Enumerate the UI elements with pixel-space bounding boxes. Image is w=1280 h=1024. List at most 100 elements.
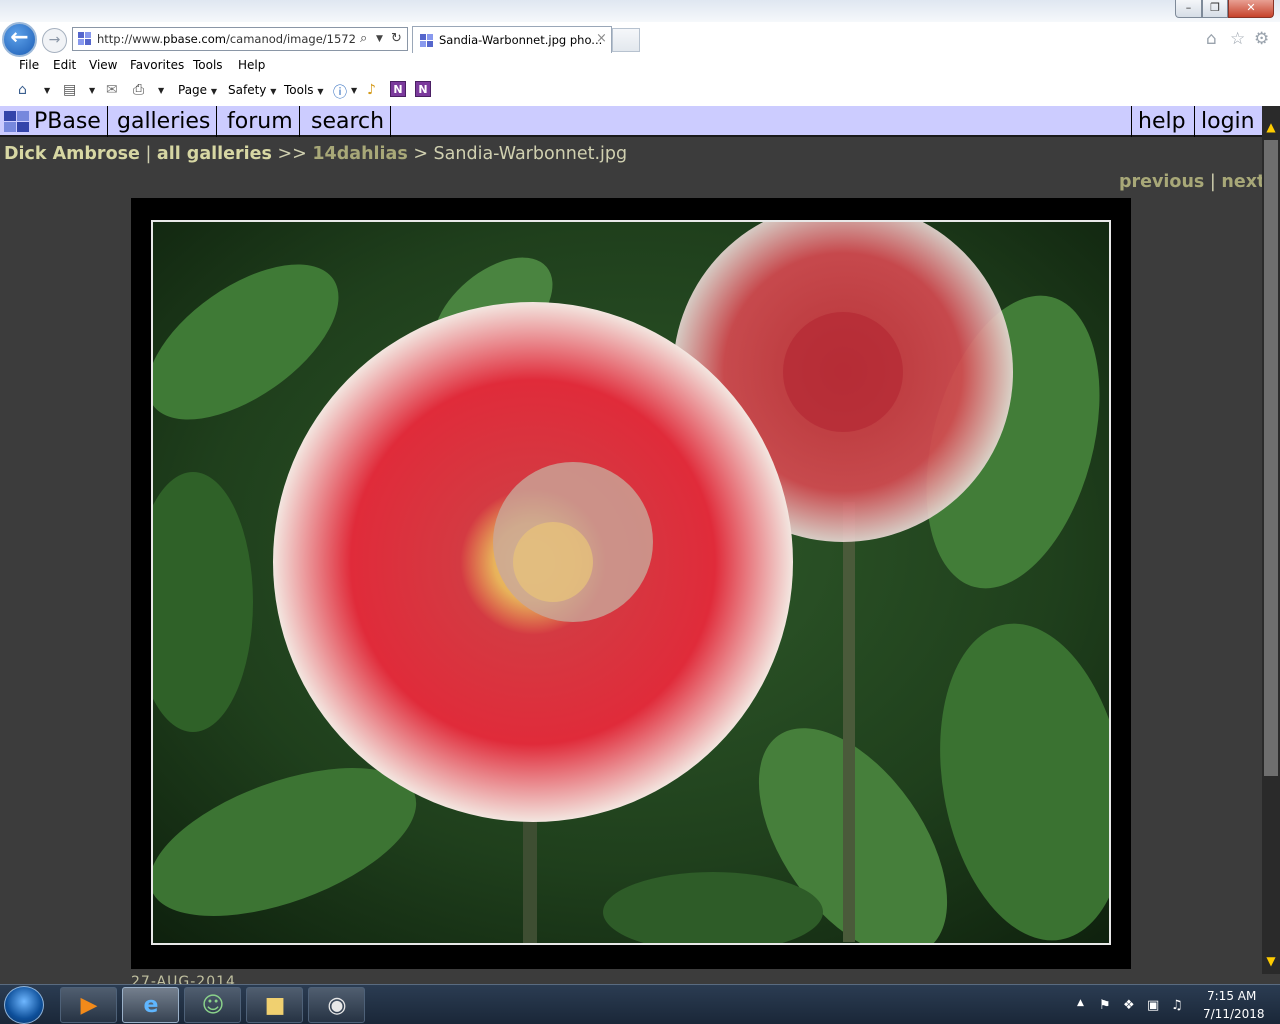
menu-help[interactable]: Help <box>238 58 265 72</box>
nav-search[interactable]: search <box>305 106 392 137</box>
internet-explorer-icon: e <box>143 993 159 1018</box>
page-menu[interactable]: Page ▼ <box>178 83 217 97</box>
media-player-icon: ▶ <box>80 993 98 1018</box>
maximize-button[interactable]: ❐ <box>1202 0 1228 18</box>
nav-help[interactable]: help <box>1131 106 1192 137</box>
dropbox-icon[interactable]: ❖ <box>1123 998 1135 1013</box>
breadcrumb-separator: >> <box>271 144 313 164</box>
menu-bar: File Edit View Favorites Tools Help <box>0 55 1280 77</box>
photo-frame <box>131 198 1131 969</box>
safety-menu[interactable]: Safety ▼ <box>228 83 276 97</box>
dahlia-photo[interactable] <box>151 220 1111 945</box>
next-link[interactable]: next <box>1221 172 1265 192</box>
nav-forum[interactable]: forum <box>221 106 300 137</box>
clock-date[interactable]: 7/11/2018 <box>1203 1007 1265 1021</box>
breadcrumb-image-name: Sandia-Warbonnet.jpg <box>433 144 628 164</box>
pbase-favicon-icon <box>78 32 91 45</box>
address-bar[interactable]: http://www.pbase.com/camanod/image/15720… <box>72 27 408 51</box>
previous-link[interactable]: previous <box>1119 172 1204 192</box>
gear-icon[interactable]: ⚙ <box>1254 29 1269 49</box>
taskbar-network-users[interactable]: ☺ <box>184 987 241 1023</box>
refresh-icon[interactable]: ↻ <box>391 31 402 46</box>
volume-muted-icon[interactable]: ♫ <box>1171 998 1183 1013</box>
chevron-down-icon[interactable]: ▼ <box>89 86 95 95</box>
search-icon[interactable]: ⌕ <box>360 31 367 46</box>
breadcrumb-owner[interactable]: Dick Ambrose <box>4 144 140 164</box>
browser-chrome: – ❐ ✕ ← → http://www.pbase.com/camanod/i… <box>0 0 1280 106</box>
url-domain: pbase.com <box>163 32 226 46</box>
eye-icon: ◉ <box>327 993 347 1018</box>
pager-separator: | <box>1204 172 1222 192</box>
taskbar: ▶ e ☺ ■ ◉ ▲ ⚑ ❖ ▣ ♫ 7:15 AM 7/11/2018 <box>0 984 1280 1024</box>
chevron-down-icon[interactable]: ▼ <box>44 86 50 95</box>
chevron-down-icon: ▼ <box>270 87 277 96</box>
network-icon[interactable]: ▣ <box>1147 998 1159 1013</box>
users-icon: ☺ <box>201 993 225 1018</box>
print-icon[interactable]: ⎙ <box>133 82 144 98</box>
chevron-down-icon: ▼ <box>317 87 324 96</box>
menu-file[interactable]: File <box>19 58 39 72</box>
onenote-linked-icon[interactable]: N <box>415 81 431 97</box>
folder-icon: ■ <box>264 993 286 1018</box>
page-menu-label: Page <box>178 83 208 97</box>
menu-tools[interactable]: Tools <box>193 58 223 72</box>
tools-menu[interactable]: Tools ▼ <box>284 83 324 97</box>
url-path: /camanod/image/157208 <box>225 32 355 46</box>
nav-login[interactable]: login <box>1194 106 1261 137</box>
flag-icon[interactable]: ⚑ <box>1099 998 1111 1013</box>
window-title-bar <box>0 0 1280 22</box>
address-dropdown-icon[interactable]: ▼ <box>376 34 383 44</box>
breadcrumb-separator: > <box>407 144 434 164</box>
url-prefix: http://www. <box>97 32 164 46</box>
safety-menu-label: Safety <box>228 83 267 97</box>
address-url[interactable]: http://www.pbase.com/camanod/image/15720… <box>97 32 355 46</box>
breadcrumb: Dick Ambrose | all galleries >> 14dahlia… <box>4 144 627 164</box>
menu-view[interactable]: View <box>89 58 117 72</box>
onenote-icon[interactable]: N <box>390 81 406 97</box>
pager: previous | next <box>1119 172 1265 192</box>
scroll-up-icon[interactable]: ▲ <box>1262 120 1280 134</box>
tab-active[interactable]: Sandia-Warbonnet.jpg pho... × <box>412 26 612 53</box>
chevron-down-icon[interactable]: ▼ <box>351 86 357 95</box>
menu-favorites[interactable]: Favorites <box>130 58 184 72</box>
back-arrow-icon: ← <box>10 25 29 50</box>
vertical-scrollbar[interactable]: ▲ ▼ <box>1262 106 1280 974</box>
nav-pbase-home[interactable]: PBase <box>28 106 108 137</box>
breadcrumb-gallery[interactable]: 14dahlias <box>312 144 407 164</box>
feeds-icon[interactable]: ▤ <box>63 82 76 98</box>
star-icon[interactable]: ☆ <box>1230 29 1245 49</box>
research-icon[interactable]: ♪ <box>367 82 376 98</box>
pbase-nav-bar: PBase galleries forum search help login <box>0 106 1262 137</box>
taskbar-media-player[interactable]: ▶ <box>60 987 117 1023</box>
taskbar-file-explorer[interactable]: ■ <box>246 987 303 1023</box>
chevron-down-icon[interactable]: ▼ <box>158 86 164 95</box>
home-icon[interactable]: ⌂ <box>18 82 27 98</box>
breadcrumb-all-galleries[interactable]: all galleries <box>157 144 272 164</box>
tools-menu-label: Tools <box>284 83 314 97</box>
minimize-button[interactable]: – <box>1175 0 1202 18</box>
dahlia-photo-image <box>153 222 1109 943</box>
forward-button[interactable]: → <box>42 28 67 53</box>
tab-title: Sandia-Warbonnet.jpg pho... <box>439 33 603 47</box>
breadcrumb-separator: | <box>139 144 157 164</box>
tray-expand-icon[interactable]: ▲ <box>1077 998 1084 1008</box>
help-icon[interactable]: ⓘ <box>333 82 347 102</box>
nav-galleries[interactable]: galleries <box>111 106 218 137</box>
scroll-thumb[interactable] <box>1264 140 1278 776</box>
pbase-favicon-icon <box>420 34 433 47</box>
home-icon[interactable]: ⌂ <box>1206 29 1217 49</box>
taskbar-internet-explorer[interactable]: e <box>122 987 179 1023</box>
pbase-logo-icon <box>4 111 29 132</box>
forward-arrow-icon: → <box>48 32 61 48</box>
start-button[interactable] <box>4 986 44 1024</box>
taskbar-photoshop[interactable]: ◉ <box>308 987 365 1023</box>
mail-icon[interactable]: ✉ <box>106 82 118 98</box>
scroll-down-icon[interactable]: ▼ <box>1262 954 1280 968</box>
menu-edit[interactable]: Edit <box>53 58 76 72</box>
command-bar: ⌂ ▼ ▤ ▼ ✉ ⎙ ▼ Page ▼ Safety ▼ Tools ▼ ⓘ … <box>0 79 1280 103</box>
tab-close-icon[interactable]: × <box>596 31 607 46</box>
clock-time[interactable]: 7:15 AM <box>1207 989 1256 1003</box>
new-tab-button[interactable] <box>612 28 640 52</box>
back-button[interactable]: ← <box>2 22 37 57</box>
close-window-button[interactable]: ✕ <box>1228 0 1274 18</box>
